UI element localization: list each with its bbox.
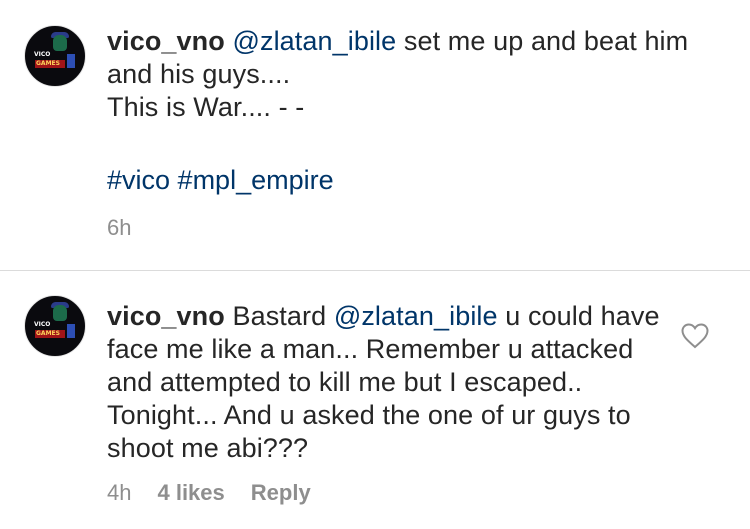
comment-1: VICO GAMES vico_vno @zlatan_ibile set me…	[0, 0, 750, 270]
timestamp[interactable]: 4h	[107, 480, 131, 506]
timestamp[interactable]: 6h	[107, 215, 131, 241]
avatar-figure	[53, 305, 67, 321]
avatar-label: VICO	[34, 51, 51, 58]
hashtag-link[interactable]: #vico	[107, 165, 170, 195]
avatar-figure	[53, 35, 67, 51]
username[interactable]: vico_vno	[107, 301, 225, 331]
mention-link[interactable]: @zlatan_ibile	[232, 26, 396, 56]
heart-outline-icon[interactable]	[681, 323, 709, 349]
username[interactable]: vico_vno	[107, 26, 225, 56]
avatar[interactable]: VICO GAMES	[24, 295, 86, 357]
avatar-label-2: GAMES	[36, 330, 60, 337]
comment-text: vico_vno Bastard @zlatan_ibile u could h…	[107, 300, 667, 465]
comment-meta: 4h 4 likes Reply	[107, 480, 311, 506]
comment-2: VICO GAMES vico_vno Bastard @zlatan_ibil…	[0, 271, 750, 529]
avatar-figure-2	[67, 54, 75, 68]
comment-meta: 6h	[107, 215, 131, 241]
avatar-figure-2	[67, 324, 75, 338]
mention-link[interactable]: @zlatan_ibile	[334, 301, 498, 331]
avatar-label-2: GAMES	[36, 60, 60, 67]
avatar[interactable]: VICO GAMES	[24, 25, 86, 87]
avatar-label: VICO	[34, 321, 51, 328]
reply-button[interactable]: Reply	[251, 480, 311, 506]
hashtag-link[interactable]: #mpl_empire	[178, 165, 334, 195]
comment-prefix: Bastard	[232, 301, 334, 331]
likes-count[interactable]: 4 likes	[157, 480, 224, 506]
hashtags: #vico #mpl_empire	[107, 164, 334, 197]
comment-text: vico_vno @zlatan_ibile set me up and bea…	[107, 25, 727, 124]
comment-line-2: This is War.... - -	[107, 92, 305, 122]
